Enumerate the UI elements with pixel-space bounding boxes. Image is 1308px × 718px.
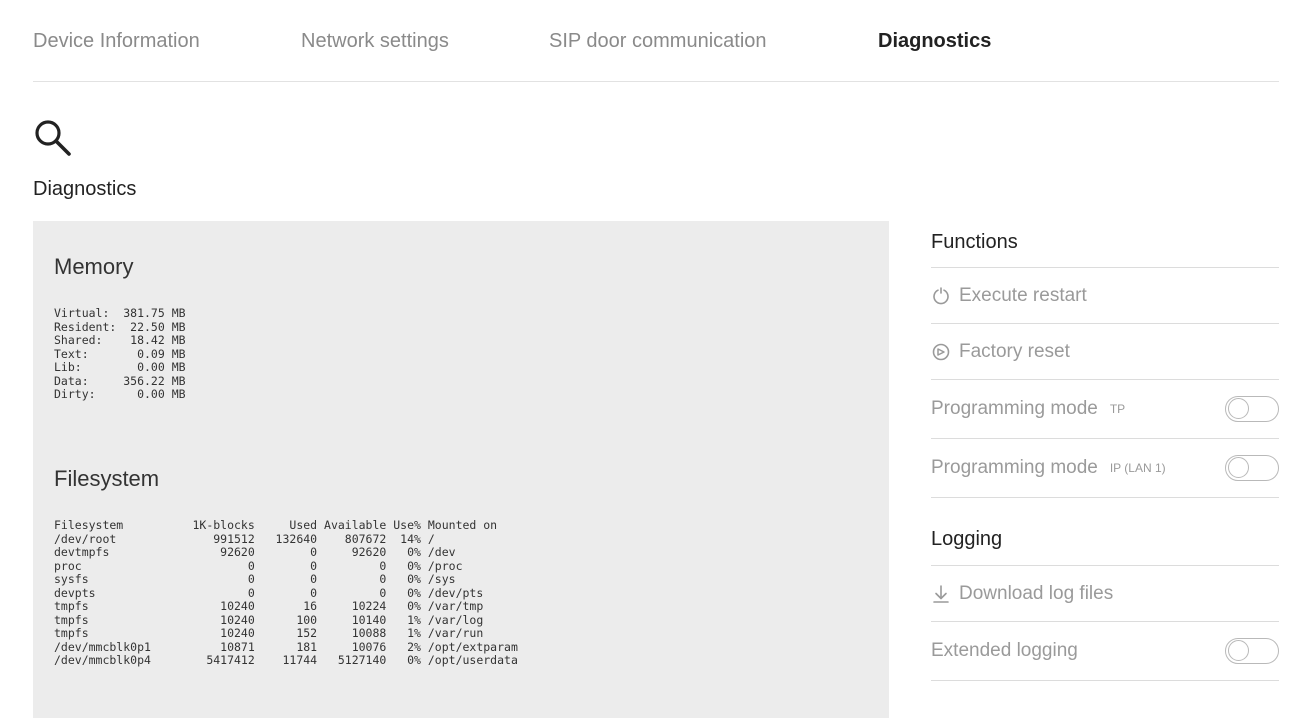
restart-icon	[933, 286, 949, 304]
download-log-files-content: Download log files	[931, 583, 1113, 605]
tab-device-information[interactable]: Device Information	[33, 30, 200, 53]
toggle-knob	[1228, 640, 1249, 661]
page-title: Diagnostics	[33, 178, 137, 200]
execute-restart-content: Execute restart	[931, 285, 1087, 307]
download-log-files-label: Download log files	[959, 582, 1114, 604]
factory-reset-button[interactable]: Factory reset	[931, 324, 1279, 380]
tab-diagnostics[interactable]: Diagnostics	[878, 30, 991, 53]
extended-logging-toggle[interactable]	[1225, 638, 1279, 664]
execute-restart-button[interactable]: Execute restart	[931, 268, 1279, 324]
filesystem-section-title: Filesystem	[54, 466, 160, 491]
memory-section-title: Memory	[54, 254, 134, 279]
functions-heading: Functions	[931, 221, 1279, 268]
programming-mode-ip-label: Programming mode	[931, 457, 1098, 478]
tab-network-settings[interactable]: Network settings	[301, 30, 449, 53]
programming-mode-tp-toggle[interactable]	[1225, 396, 1279, 422]
programming-mode-ip-suffix: IP (LAN 1)	[1109, 461, 1166, 475]
programming-mode-ip-text: Programming mode IP (LAN 1)	[931, 457, 1166, 479]
programming-mode-ip-row: Programming mode IP (LAN 1)	[931, 439, 1279, 498]
programming-mode-tp-suffix: TP	[1109, 402, 1126, 416]
extended-logging-label: Extended logging	[931, 640, 1078, 661]
search-icon	[35, 120, 71, 156]
filesystem-table-text: Filesystem 1K-blocks Used Available Use%…	[54, 518, 518, 667]
factory-reset-icon	[932, 343, 950, 360]
factory-reset-label: Factory reset	[959, 340, 1070, 362]
extended-logging-row: Extended logging	[931, 622, 1279, 681]
toggle-knob	[1228, 398, 1249, 419]
programming-mode-tp-label: Programming mode	[931, 398, 1098, 419]
toggle-knob	[1228, 457, 1249, 478]
functions-sidebar: Functions Execute restart Factory reset …	[931, 221, 1279, 681]
factory-reset-content: Factory reset	[931, 341, 1070, 363]
download-icon	[933, 584, 949, 603]
programming-mode-tp-row: Programming mode TP	[931, 380, 1279, 439]
tab-sip-door-communication[interactable]: SIP door communication	[549, 30, 767, 53]
logging-heading: Logging	[931, 498, 1279, 566]
download-log-files-button[interactable]: Download log files	[931, 566, 1279, 622]
memory-stats-text: Virtual: 381.75 MB Resident: 22.50 MB Sh…	[54, 306, 186, 401]
diagnostics-output-panel: Memory Virtual: 381.75 MB Resident: 22.5…	[33, 221, 889, 718]
tab-bar: Device Information Network settings SIP …	[33, 0, 1279, 82]
programming-mode-tp-text: Programming mode TP	[931, 398, 1125, 420]
execute-restart-label: Execute restart	[959, 284, 1087, 306]
programming-mode-ip-toggle[interactable]	[1225, 455, 1279, 481]
extended-logging-text: Extended logging	[931, 640, 1078, 662]
